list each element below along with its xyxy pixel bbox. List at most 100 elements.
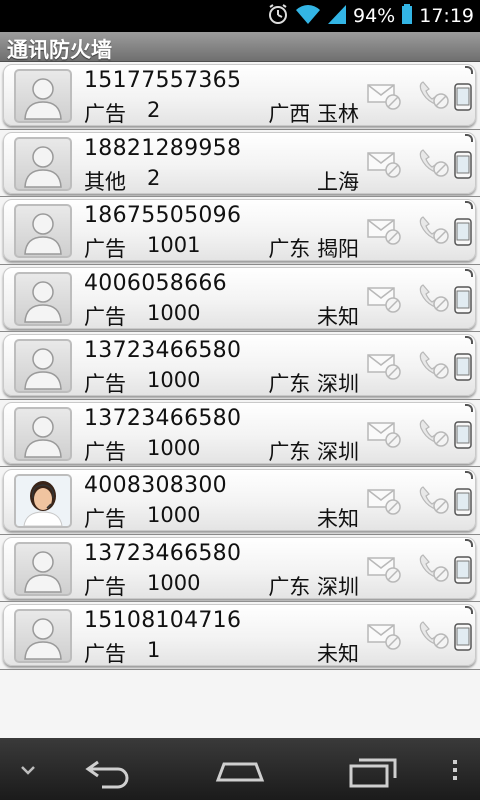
sms-block-icon[interactable] <box>366 216 402 246</box>
mobile-phone-icon[interactable] <box>453 150 473 179</box>
category-label: 广告 <box>84 642 126 666</box>
block-count: 1000 <box>147 300 201 325</box>
contact-avatar-icon <box>14 204 72 258</box>
block-count: 1001 <box>147 233 201 257</box>
contact-avatar-icon <box>14 69 72 123</box>
mobile-phone-icon[interactable] <box>453 488 473 516</box>
call-block-icon[interactable] <box>417 282 451 314</box>
chevron-down-icon[interactable] <box>10 738 46 800</box>
title-bar: 通讯防火墙 <box>0 32 480 62</box>
location-label: 未知 <box>317 507 359 531</box>
navigation-bar <box>0 738 480 800</box>
entry-card[interactable]: 13723466580 广告 1000 广东 深圳 <box>3 536 476 599</box>
call-block-icon[interactable] <box>417 619 451 651</box>
contact-avatar-icon <box>14 541 72 596</box>
sms-block-icon[interactable] <box>366 81 402 111</box>
sms-block-icon[interactable] <box>366 554 402 584</box>
contact-avatar-icon <box>14 406 72 461</box>
list-item[interactable]: 15177557365 广告 2 广西 玉林 <box>0 62 480 130</box>
call-block-icon[interactable] <box>417 147 451 179</box>
card-corner <box>465 471 473 479</box>
mobile-phone-icon[interactable] <box>453 420 473 449</box>
entry-card[interactable]: 13723466580 广告 1000 广东 深圳 <box>3 401 476 464</box>
clock: 17:19 <box>419 5 474 27</box>
back-icon[interactable] <box>78 738 138 800</box>
phone-number: 4006058666 <box>84 270 227 296</box>
category-label: 广告 <box>84 237 126 261</box>
phone-number: 13723466580 <box>84 338 242 363</box>
phone-number: 13723466580 <box>84 405 242 431</box>
location-label: 未知 <box>317 304 359 329</box>
sms-block-icon[interactable] <box>366 284 402 314</box>
wifi-icon <box>295 3 321 29</box>
category-label: 广告 <box>84 439 126 464</box>
sms-block-icon[interactable] <box>366 419 402 449</box>
location-label: 上海 <box>317 169 359 194</box>
contact-avatar-icon <box>14 271 72 326</box>
entry-card[interactable]: 13723466580 广告 1000 广东 深圳 <box>3 334 476 396</box>
category-label: 广告 <box>84 507 126 531</box>
list-item[interactable]: 13723466580 广告 1000 广东 深圳 <box>0 534 480 602</box>
mobile-phone-icon[interactable] <box>453 285 473 314</box>
entry-card[interactable]: 18821289958 其他 2 上海 <box>3 131 476 194</box>
app-title: 通讯防火墙 <box>7 38 112 62</box>
overflow-menu-icon[interactable] <box>440 738 470 800</box>
card-corner <box>465 201 473 209</box>
list-item[interactable]: 15108104716 广告 1 未知 <box>0 602 480 670</box>
sms-block-icon[interactable] <box>366 351 402 381</box>
block-count: 2 <box>147 165 161 190</box>
sms-block-icon[interactable] <box>366 486 402 516</box>
list-item[interactable]: 13723466580 广告 1000 广东 深圳 <box>0 332 480 400</box>
list-item[interactable]: 4008308300 广告 1000 未知 <box>0 467 480 535</box>
contact-avatar-icon <box>14 609 72 663</box>
alarm-icon <box>267 3 289 29</box>
entry-card[interactable]: 15177557365 广告 2 广西 玉林 <box>3 64 476 126</box>
card-corner <box>465 606 473 614</box>
location-label: 广东 深圳 <box>268 574 359 599</box>
category-label: 广告 <box>84 372 126 396</box>
call-block-icon[interactable] <box>417 552 451 584</box>
sms-block-icon[interactable] <box>366 621 402 651</box>
list-item[interactable]: 18821289958 其他 2 上海 <box>0 129 480 197</box>
category-label: 广告 <box>84 102 126 126</box>
list-item[interactable]: 18675505096 广告 1001 广东 揭阳 <box>0 197 480 265</box>
recent-apps-icon[interactable] <box>343 738 403 800</box>
mobile-phone-icon[interactable] <box>453 555 473 584</box>
mobile-phone-icon[interactable] <box>453 623 473 651</box>
list-item[interactable]: 4006058666 广告 1000 未知 <box>0 264 480 332</box>
contact-avatar-icon <box>14 136 72 191</box>
call-block-icon[interactable] <box>417 79 451 111</box>
block-count: 1000 <box>147 435 201 460</box>
home-icon[interactable] <box>210 738 270 800</box>
card-corner <box>465 66 473 74</box>
phone-number: 13723466580 <box>84 540 242 566</box>
mobile-phone-icon[interactable] <box>453 218 473 246</box>
card-corner <box>465 538 473 547</box>
blocked-list[interactable]: 15177557365 广告 2 广西 玉林 18821289958 其他 2 上海 18675… <box>0 62 480 738</box>
category-label: 广告 <box>84 574 126 599</box>
sms-block-icon[interactable] <box>366 149 402 179</box>
location-label: 广东 揭阳 <box>268 237 359 261</box>
location-label: 未知 <box>317 642 359 666</box>
entry-card[interactable]: 4006058666 广告 1000 未知 <box>3 266 476 329</box>
entry-card[interactable]: 4008308300 广告 1000 未知 <box>3 469 476 531</box>
call-block-icon[interactable] <box>417 417 451 449</box>
call-block-icon[interactable] <box>417 214 451 246</box>
phone-number: 18675505096 <box>84 203 242 228</box>
battery-percent: 94% <box>353 5 396 27</box>
call-block-icon[interactable] <box>417 349 451 381</box>
card-corner <box>465 403 473 412</box>
category-label: 广告 <box>84 304 126 329</box>
mobile-phone-icon[interactable] <box>453 353 473 381</box>
screen: 94% 17:19 通讯防火墙 15177557365 广告 2 广西 玉林 18821… <box>0 0 480 800</box>
block-count: 1000 <box>147 570 201 595</box>
phone-number: 15108104716 <box>84 608 242 633</box>
card-corner <box>465 336 473 344</box>
battery-icon <box>401 3 413 29</box>
list-item[interactable]: 13723466580 广告 1000 广东 深圳 <box>0 399 480 467</box>
entry-card[interactable]: 15108104716 广告 1 未知 <box>3 604 476 666</box>
call-block-icon[interactable] <box>417 484 451 516</box>
location-label: 广东 深圳 <box>268 439 359 464</box>
mobile-phone-icon[interactable] <box>453 83 473 111</box>
entry-card[interactable]: 18675505096 广告 1001 广东 揭阳 <box>3 199 476 261</box>
